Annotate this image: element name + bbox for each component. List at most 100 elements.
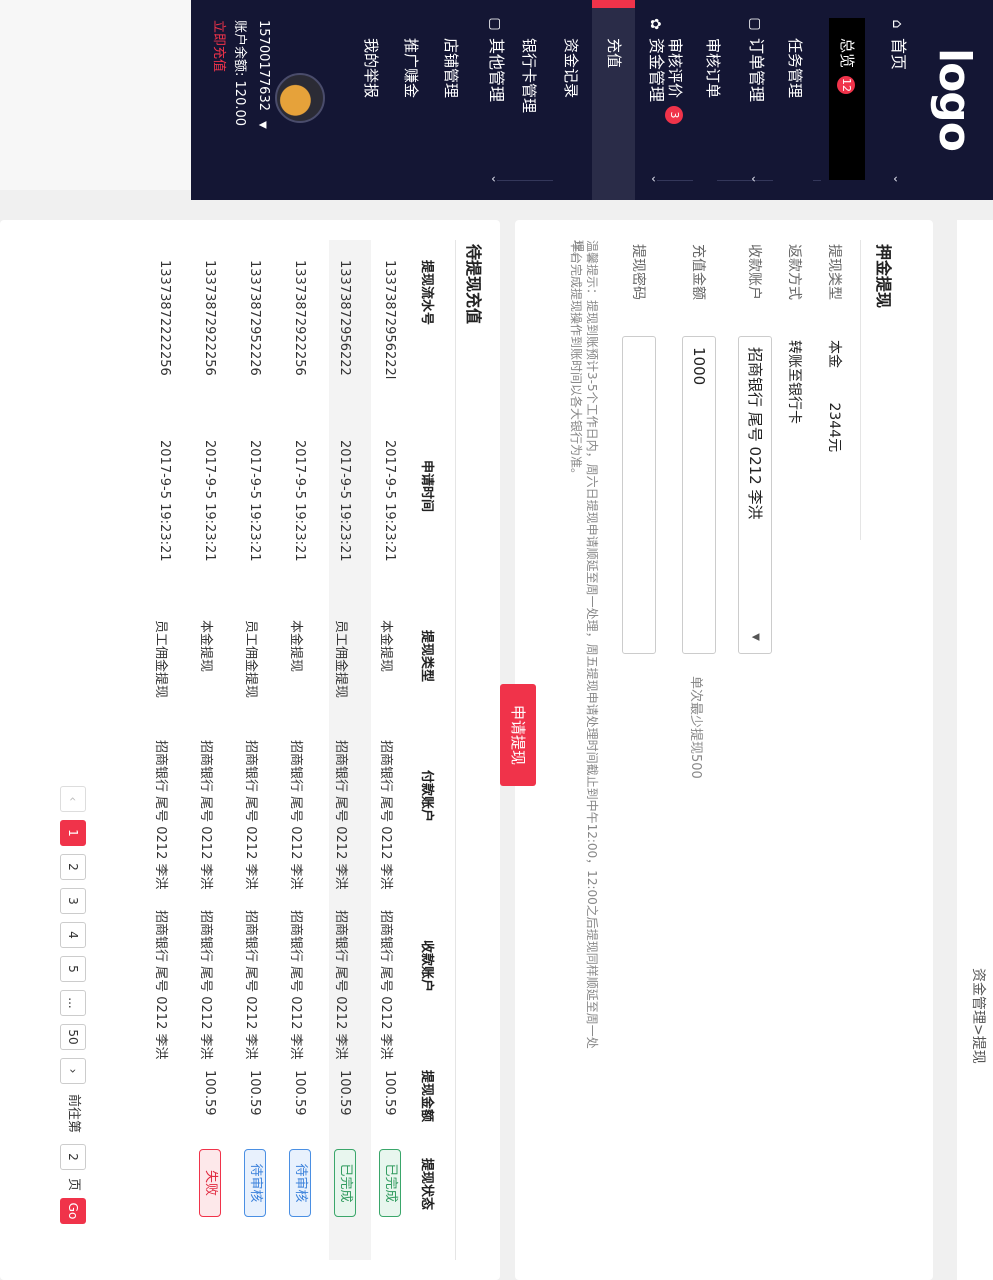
status-badge: 失败: [199, 1149, 221, 1217]
chevron-down-icon: ⌄: [649, 173, 663, 184]
table-cell: 2017-9-5 19:23:21: [337, 440, 352, 562]
password-input[interactable]: [622, 336, 656, 654]
table-cell: 100.59: [247, 1070, 262, 1116]
page-button[interactable]: 5: [60, 956, 86, 982]
logo: logo: [929, 48, 980, 152]
account-phone[interactable]: 15700177632 ▼: [256, 20, 271, 129]
table-cell: 招商银行 尾号 0212 李洪: [378, 740, 393, 890]
return-label: 返款方式: [786, 244, 802, 300]
table-cell: 招商银行 尾号 0212 李洪: [153, 910, 168, 1060]
nav-item-shop-mgmt-label: 店铺管理: [442, 38, 460, 99]
balance-label: 账户余额:: [232, 20, 247, 77]
table-cell: 2017-9-5 19:23:21: [202, 440, 217, 562]
withdraw-card: 押金提现 提现类型 本金 2344元 返款方式 转账至银行卡 收款账户 招商银行…: [500, 220, 933, 1280]
table-cell: 2017-9-5 19:23:21: [157, 440, 172, 562]
nav-item-my-reports[interactable]: 我的举报: [353, 38, 389, 178]
avatar[interactable]: [275, 73, 325, 123]
status-badge: 已完成: [334, 1149, 356, 1217]
nav-item-recharge-active[interactable]: 充值: [592, 0, 635, 200]
nav-item-shop-mgmt[interactable]: 店铺管理: [433, 38, 469, 178]
col-header: 付款账户: [419, 770, 434, 823]
sidebar: logo ⌂首页 ⌄ 总览12 任务管理 ▢订单管理 ⌄ 审核订单 审核评价3 …: [191, 0, 993, 200]
amount-input[interactable]: 1000: [682, 336, 716, 654]
col-header: 提现流水号: [419, 260, 434, 326]
page-button[interactable]: 3: [60, 888, 86, 914]
nav-item-promo-earn[interactable]: 推广赚金: [393, 38, 429, 178]
nav-order-mgmt[interactable]: ▢ 订单管理 ⌄: [741, 16, 771, 196]
notice-text-2: 平台完成提现操作到账时间以各大银行为准。: [569, 240, 583, 481]
nav-order-mgmt-label: 订单管理: [747, 38, 766, 103]
nav-home[interactable]: ⌂ 首页 ⌄: [883, 16, 913, 196]
table-cell: 招商银行 尾号 0212 李洪: [288, 910, 303, 1060]
goto-suffix: 页: [66, 1178, 81, 1192]
page-ellipsis[interactable]: ...: [60, 990, 86, 1016]
goto-page-input[interactable]: 2: [60, 1144, 86, 1170]
table-cell: 2017-9-5 19:23:21: [247, 440, 262, 562]
table-cell: 招商银行 尾号 0212 李洪: [243, 910, 258, 1060]
nav-item-promo-earn-label: 推广赚金: [402, 38, 420, 99]
table-cell: 100.59: [292, 1070, 307, 1116]
status-badge: 待审核: [289, 1149, 311, 1217]
nav-fund-mgmt[interactable]: ✿ 资金管理 ⌄: [641, 16, 671, 196]
table-cell: 13373872922256: [202, 260, 217, 376]
page-button[interactable]: 4: [60, 922, 86, 948]
withdraw-title: 押金提现: [874, 244, 893, 309]
nav-item-fund-records[interactable]: 资金记录: [553, 38, 589, 178]
nav-home-label: 首页: [889, 38, 908, 71]
table-cell: 13373872952226: [247, 260, 262, 376]
left-pane: [0, 0, 191, 190]
table-cell: 招商银行 尾号 0212 李洪: [333, 740, 348, 890]
nav-item-recharge[interactable]: 充值: [596, 38, 632, 178]
table-cell: 本金提现: [198, 620, 213, 673]
page-button[interactable]: 2: [60, 854, 86, 880]
status-badge: 已完成: [379, 1149, 401, 1217]
balance-value: 120.00: [232, 80, 247, 127]
pending-card: 待提现充值 提现流水号 申请时间 提现类型 付款账户 收款账户 提现金额 提现状…: [0, 220, 500, 1280]
table-cell: 13373872956222: [337, 260, 352, 376]
status-badge: 待审核: [244, 1149, 266, 1217]
col-header: 申请时间: [419, 460, 434, 513]
divider: [813, 180, 821, 181]
nav-other-mgmt[interactable]: ▢ 其他管理 ⌄: [481, 16, 511, 196]
amount-label: 充值金额: [690, 244, 706, 300]
table-cell: 13373872956222l: [382, 260, 397, 380]
table-cell: 招商银行 尾号 0212 李洪: [243, 740, 258, 890]
page-button[interactable]: 50: [60, 1024, 86, 1050]
recharge-link[interactable]: 立即充值: [211, 20, 230, 72]
col-header: 提现状态: [419, 1158, 434, 1211]
nav-item-overview[interactable]: 总览 12: [829, 18, 865, 180]
pending-title: 待提现充值: [464, 244, 483, 325]
type-value-text: 本金: [826, 340, 842, 368]
page-button[interactable]: 1: [60, 820, 86, 846]
overview-badge: 12: [837, 76, 856, 95]
account-select[interactable]: 招商银行 尾号 0212 李洪 ▼: [738, 336, 772, 654]
table-cell: 13373872222256: [157, 260, 172, 376]
chevron-down-icon: ⌄: [749, 173, 763, 184]
col-header: 提现类型: [419, 630, 434, 683]
table-cell: 招商银行 尾号 0212 李洪: [333, 910, 348, 1060]
table-cell: 招商银行 尾号 0212 李洪: [288, 740, 303, 890]
go-button[interactable]: Go: [60, 1198, 86, 1224]
table-cell: 2017-9-5 19:23:21: [382, 440, 397, 562]
table-cell: 招商银行 尾号 0212 李洪: [153, 740, 168, 890]
active-indicator: [592, 0, 635, 8]
type-value: 本金 2344元: [825, 340, 845, 452]
account-label: 收款账户: [746, 244, 762, 300]
nav-item-fund-records-label: 资金记录: [562, 38, 580, 99]
table-cell: 13373872922256: [292, 260, 307, 376]
nav-other-mgmt-label: 其他管理: [487, 38, 506, 103]
prev-page-button[interactable]: ‹: [60, 786, 86, 812]
nav-item-overview-label: 总览: [838, 38, 856, 69]
table-cell: 招商银行 尾号 0212 李洪: [198, 740, 213, 890]
nav-item-task-mgmt[interactable]: 任务管理: [777, 38, 813, 178]
table-cell: 本金提现: [288, 620, 303, 673]
col-header: 收款账户: [419, 940, 434, 993]
next-page-button[interactable]: ›: [60, 1058, 86, 1084]
apply-withdraw-button[interactable]: 申请提现: [500, 684, 536, 786]
doc-icon: ▢: [747, 17, 763, 31]
table-cell: 员工佣金提现: [333, 620, 348, 699]
nav-item-review-order[interactable]: 审核订单: [695, 38, 731, 178]
doc-icon: ▢: [487, 17, 503, 31]
nav-item-review-order-label: 审核订单: [704, 38, 722, 99]
nav-item-bankcard-mgmt[interactable]: 银行卡管理: [511, 38, 547, 178]
